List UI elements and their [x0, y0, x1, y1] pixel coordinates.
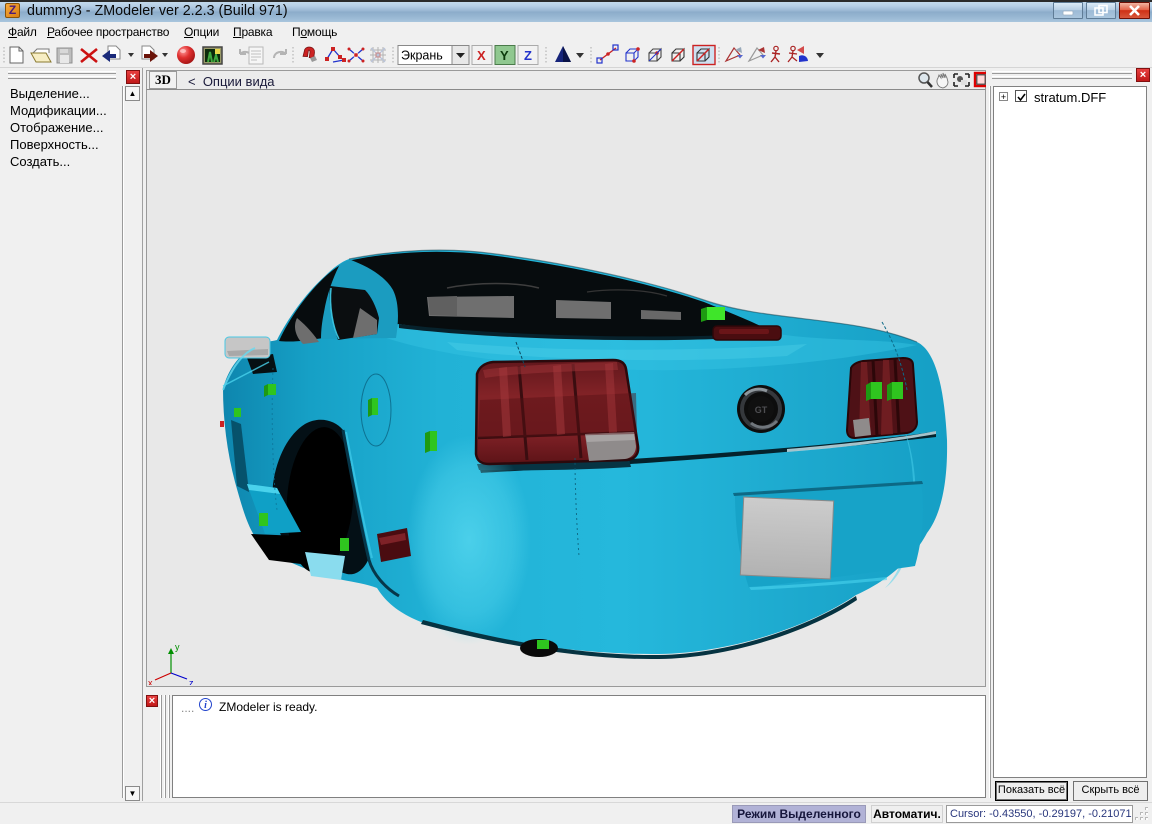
- svg-text:GT: GT: [755, 405, 768, 415]
- svg-text:Экрань: Экрань: [401, 49, 443, 63]
- svg-text:X: X: [477, 48, 486, 63]
- svg-text:x: x: [148, 678, 153, 685]
- svg-text:Z: Z: [524, 48, 532, 63]
- svg-text:Y: Y: [500, 48, 509, 63]
- svg-text:z: z: [189, 678, 194, 685]
- svg-text:y: y: [175, 642, 180, 652]
